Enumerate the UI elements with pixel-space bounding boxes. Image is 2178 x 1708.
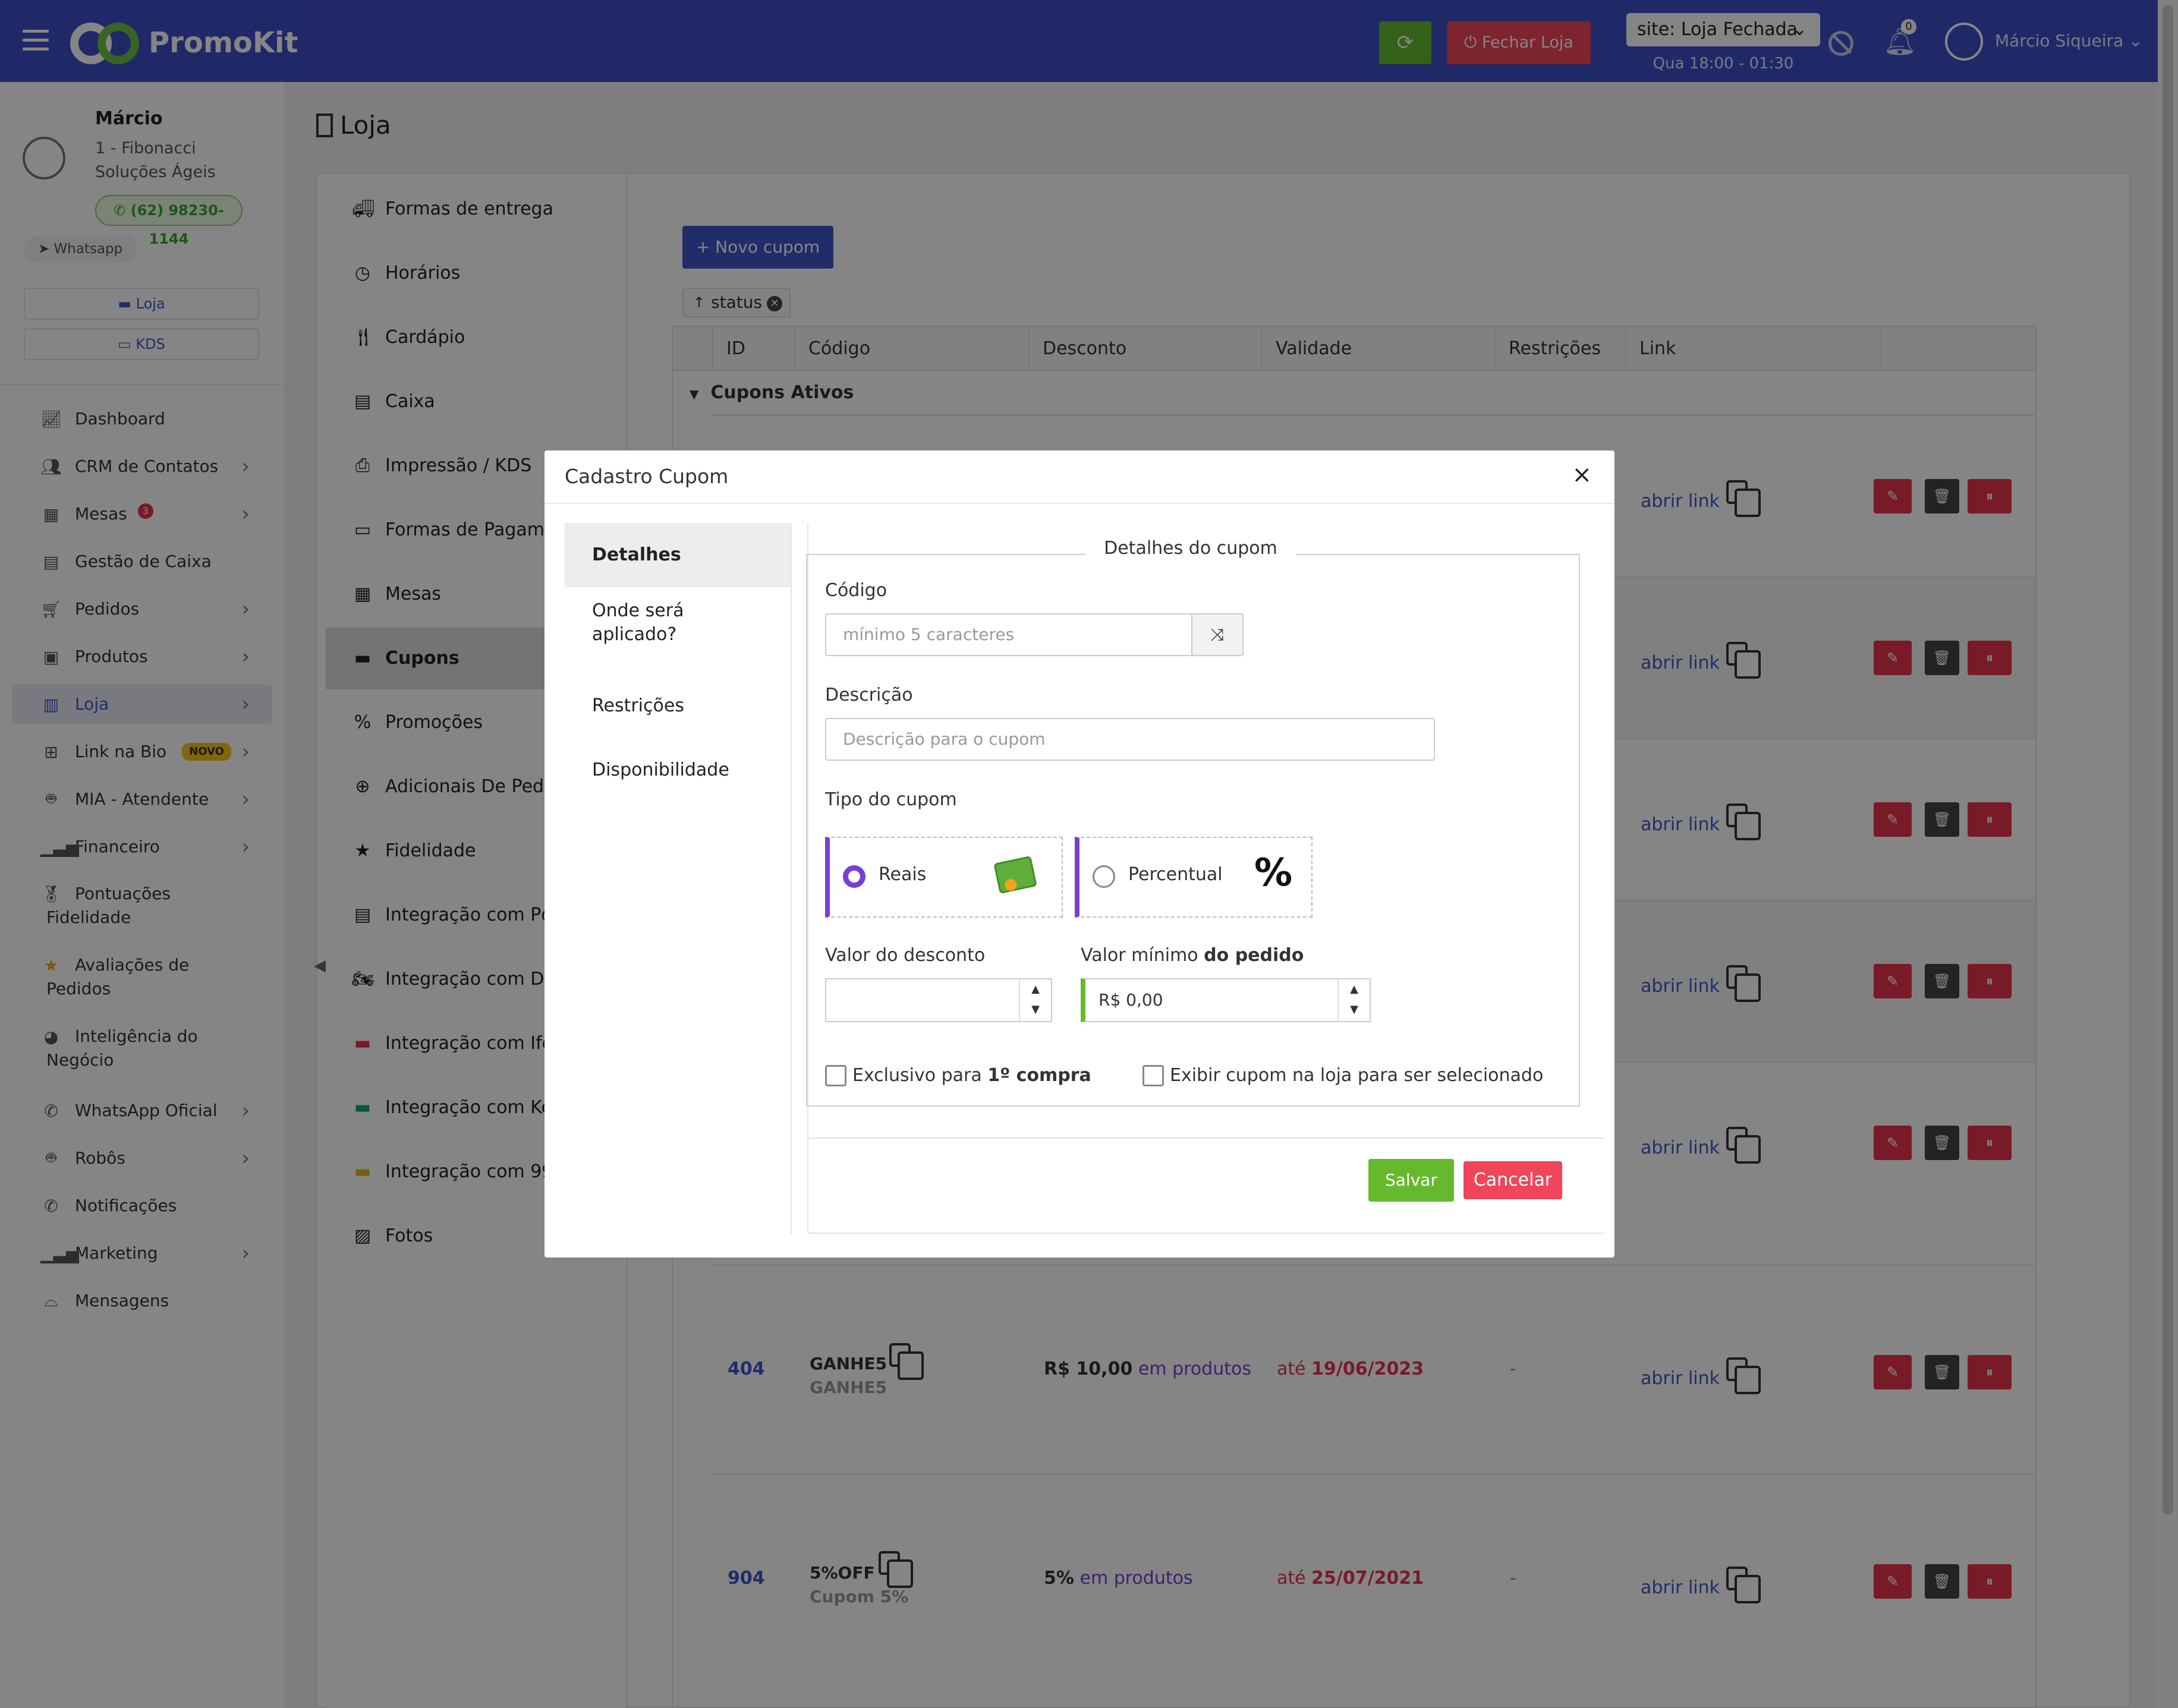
reais-label: Reais	[879, 864, 927, 885]
modal-tabs: Detalhes Onde será aplicado? Restrições …	[565, 523, 792, 1234]
close-icon[interactable]: ×	[1572, 461, 1592, 489]
description-input[interactable]: Descrição para o cupom	[825, 718, 1435, 761]
stepper-icon[interactable]: ▲ ▼	[1337, 979, 1370, 1021]
show-in-store-label: Exibir cupom na loja para ser selecionad…	[1170, 1065, 1544, 1086]
description-label: Descrição	[825, 685, 913, 705]
money-icon	[993, 855, 1037, 894]
fieldset-legend: Detalhes do cupom	[1085, 534, 1296, 563]
cancel-button[interactable]: Cancelar	[1463, 1161, 1562, 1199]
percent-icon: %	[1254, 851, 1293, 895]
min-order-input[interactable]: R$ 0,00 ▲ ▼	[1081, 978, 1371, 1022]
modal-footer-divider	[807, 1137, 1605, 1139]
percentual-label: Percentual	[1128, 864, 1223, 885]
generate-code-button[interactable]: ⤨	[1191, 613, 1244, 656]
discount-label: Valor do desconto	[825, 945, 986, 966]
shuffle-icon: ⤨	[1210, 625, 1225, 644]
radio-percentual[interactable]	[1093, 865, 1115, 888]
coupon-type-label: Tipo do cupom	[825, 789, 957, 810]
coupon-type-reais[interactable]: Reais	[825, 837, 1063, 918]
code-input[interactable]: mínimo 5 caracteres	[825, 613, 1192, 656]
code-label: Código	[825, 580, 887, 601]
first-purchase-label: Exclusivo para 1º compra	[852, 1065, 1091, 1086]
radio-reais[interactable]	[843, 865, 865, 888]
stepper-icon[interactable]: ▲ ▼	[1019, 979, 1051, 1021]
discount-input[interactable]: ▲ ▼	[825, 978, 1052, 1022]
show-in-store-checkbox[interactable]	[1142, 1065, 1164, 1086]
coupon-type-percentual[interactable]: Percentual %	[1075, 837, 1313, 918]
modal-header: Cadastro Cupom ×	[544, 450, 1614, 504]
tab-restricoes[interactable]: Restrições	[565, 694, 791, 718]
first-purchase-checkbox[interactable]	[825, 1065, 846, 1086]
min-order-value: R$ 0,00	[1099, 990, 1163, 1010]
coupon-modal: Cadastro Cupom × Detalhes Onde será apli…	[544, 450, 1614, 1258]
tab-detalhes[interactable]: Detalhes	[565, 523, 791, 587]
min-order-label: Valor mínimo do pedido	[1081, 945, 1304, 966]
tab-disponibilidade[interactable]: Disponibilidade	[565, 758, 791, 782]
tab-onde-aplicado[interactable]: Onde será aplicado?	[565, 599, 719, 647]
modal-title: Cadastro Cupom	[565, 465, 729, 488]
save-button[interactable]: Salvar	[1368, 1159, 1454, 1202]
